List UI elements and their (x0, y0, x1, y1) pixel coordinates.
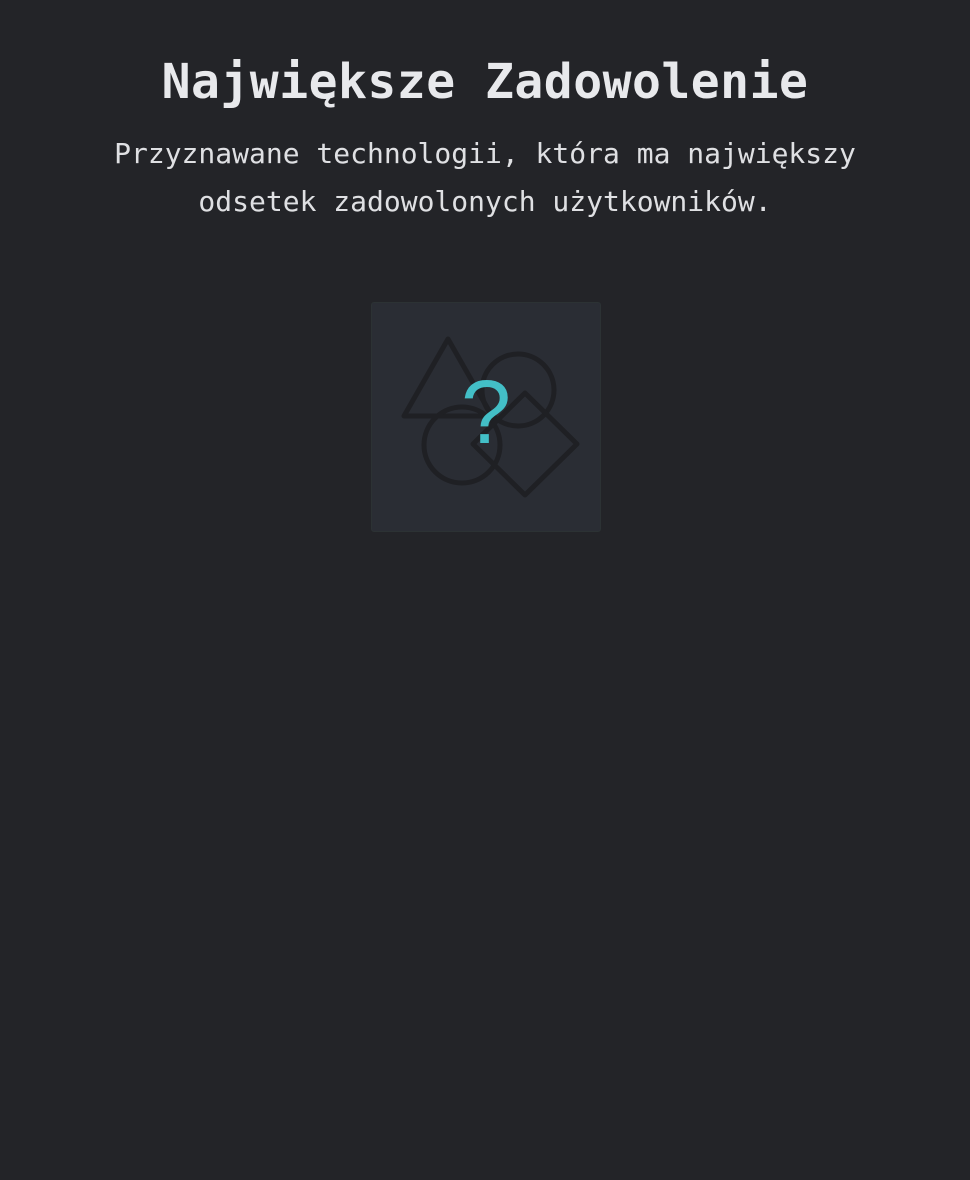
page: Największe Zadowolenie Przyznawane techn… (0, 0, 970, 1180)
award-placeholder-card[interactable]: ? (371, 302, 601, 532)
unknown-technology-icon: ? (401, 336, 580, 498)
page-title: Największe Zadowolenie (161, 54, 809, 110)
question-mark-icon: ? (461, 363, 511, 463)
page-description: Przyznawane technologii, która ma najwię… (114, 137, 856, 218)
